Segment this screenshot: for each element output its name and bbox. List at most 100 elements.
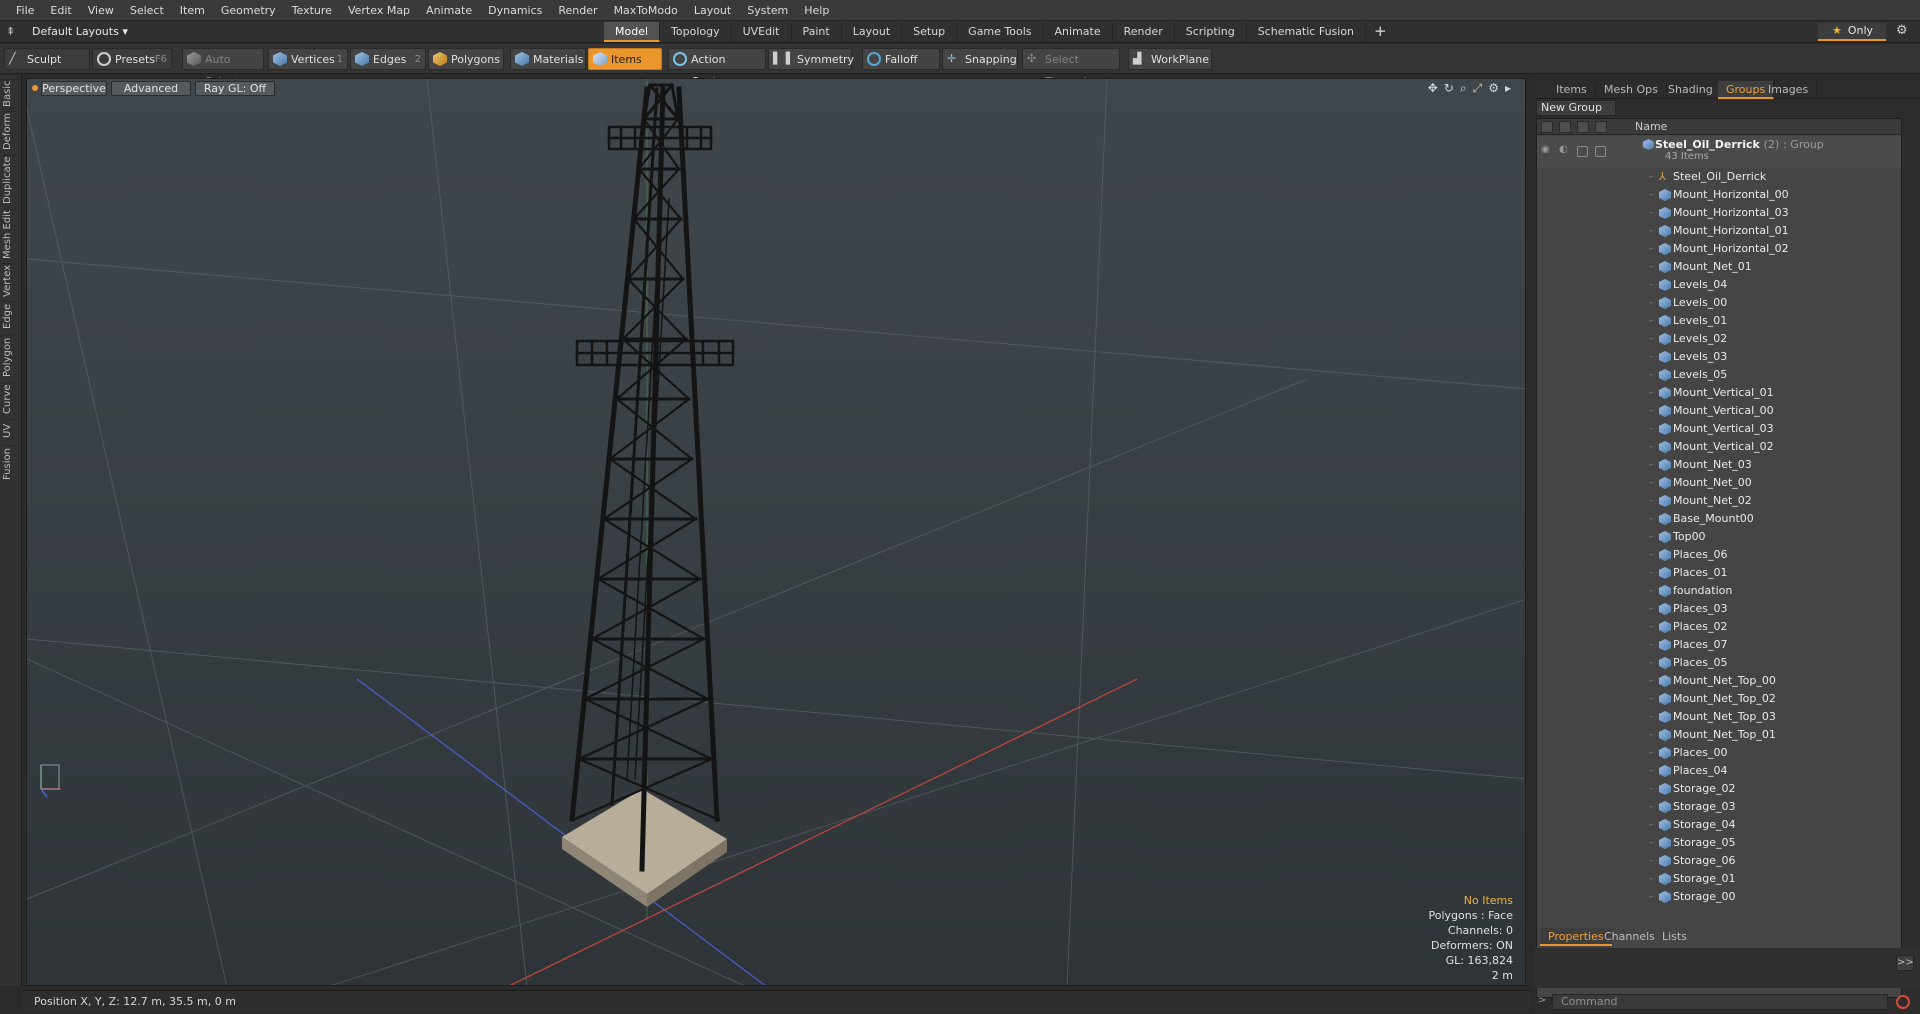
select-through-button[interactable]: ✣ Select Through [1022, 48, 1120, 88]
group-row[interactable]: ◉ ◐ Steel_Oil_Derrick (2) : Group 43 Ite… [1537, 136, 1901, 168]
list-item[interactable]: – Storage_01 [1537, 870, 1901, 888]
bottom-tab-lists[interactable]: Lists [1654, 928, 1695, 946]
groups-list[interactable]: Name ◉ ◐ Steel_Oil_Derrick (2) : Group 4… [1536, 118, 1902, 998]
stop-icon[interactable] [1896, 995, 1910, 1009]
list-item[interactable]: – Storage_02 [1537, 780, 1901, 798]
tab-game-tools[interactable]: Game Tools [957, 22, 1044, 42]
tab-model[interactable]: Model [604, 22, 661, 42]
tab-paint[interactable]: Paint [792, 22, 842, 42]
eye-icon[interactable]: ◉ [1541, 144, 1553, 156]
list-item[interactable]: – Mount_Vertical_03 [1537, 420, 1901, 438]
auto-select-button[interactable]: Auto Select [182, 48, 264, 88]
list-item[interactable]: – Mount_Net_02 [1537, 492, 1901, 510]
fit-view-icon[interactable]: ⤢ [1473, 81, 1483, 96]
list-item[interactable]: – Mount_Net_Top_00 [1537, 672, 1901, 690]
menu-dynamics[interactable]: Dynamics [480, 0, 550, 21]
list-item[interactable]: – Storage_03 [1537, 798, 1901, 816]
new-group-button[interactable]: New Group [1536, 100, 1616, 116]
menu-file[interactable]: File [8, 0, 42, 21]
bottom-tab-channels[interactable]: Channels [1596, 928, 1663, 946]
gear-icon[interactable]: ⚙ [1896, 23, 1908, 38]
list-item[interactable]: – Levels_03 [1537, 348, 1901, 366]
list-item[interactable]: – Places_07 [1537, 636, 1901, 654]
items-button[interactable]: Items [588, 48, 662, 70]
materials-button[interactable]: Materials [510, 48, 586, 70]
tab-scripting[interactable]: Scripting [1175, 22, 1247, 42]
list-item[interactable]: – Places_05 [1537, 654, 1901, 672]
expand-button[interactable]: >> [1896, 955, 1914, 971]
viewport-expand-icon[interactable]: ▸ [1505, 81, 1511, 96]
tab-animate[interactable]: Animate [1044, 22, 1113, 42]
list-item[interactable]: – Levels_00 [1537, 294, 1901, 312]
panel-tab-items[interactable]: Items [1548, 81, 1596, 99]
3d-viewport[interactable]: Perspective Advanced Ray GL: Off ✥ ↻ ⌕ ⤢… [26, 78, 1526, 986]
list-item[interactable]: – foundation [1537, 582, 1901, 600]
panel-tab-images[interactable]: Images [1760, 81, 1818, 99]
panel-tab-mesh-ops[interactable]: Mesh Ops [1596, 81, 1667, 99]
list-item[interactable]: – Places_04 [1537, 762, 1901, 780]
lock-column-icon[interactable] [1577, 121, 1589, 133]
menu-texture[interactable]: Texture [284, 0, 340, 21]
only-toggle[interactable]: ★ Only [1818, 23, 1886, 41]
falloff-button[interactable]: Falloff [862, 48, 940, 70]
list-item[interactable]: – Mount_Net_00 [1537, 474, 1901, 492]
list-item[interactable]: – ⅄ Steel_Oil_Derrick [1537, 168, 1901, 186]
list-item[interactable]: – Mount_Net_Top_02 [1537, 690, 1901, 708]
command-input[interactable]: Command [1552, 994, 1888, 1010]
list-item[interactable]: – Top00 [1537, 528, 1901, 546]
presets-button[interactable]: Presets F6 [92, 48, 172, 70]
workplane-button[interactable]: ▟ WorkPlane [1128, 48, 1212, 70]
shading-dropdown[interactable]: Advanced [111, 81, 191, 96]
list-item[interactable]: – Mount_Net_03 [1537, 456, 1901, 474]
tool-tab-mesh-edit[interactable]: Mesh Edit [2, 209, 20, 259]
sculpt-button[interactable]: ╱ Sculpt [4, 48, 90, 70]
zoom-view-icon[interactable]: ⌕ [1460, 81, 1467, 96]
list-item[interactable]: – Mount_Horizontal_01 [1537, 222, 1901, 240]
tool-tab-duplicate[interactable]: Duplicate [2, 155, 20, 205]
list-item[interactable]: – Mount_Vertical_01 [1537, 384, 1901, 402]
vertices-button[interactable]: Vertices 1 [268, 48, 348, 70]
list-item[interactable]: – Levels_02 [1537, 330, 1901, 348]
viewport-menu-dot[interactable] [32, 85, 38, 91]
tool-tab-deform[interactable]: Deform [2, 111, 20, 151]
list-item[interactable]: – Base_Mount00 [1537, 510, 1901, 528]
list-item[interactable]: – Storage_00 [1537, 888, 1901, 906]
menu-system[interactable]: System [739, 0, 796, 21]
menu-view[interactable]: View [80, 0, 122, 21]
list-item[interactable]: – Mount_Horizontal_03 [1537, 204, 1901, 222]
list-item[interactable]: – Mount_Net_Top_03 [1537, 708, 1901, 726]
action-center-button[interactable]: Action Center [668, 48, 766, 88]
tab-render[interactable]: Render [1113, 22, 1175, 42]
rotate-view-icon[interactable]: ↻ [1444, 81, 1454, 96]
add-tab-icon[interactable]: + [1366, 22, 1395, 42]
menu-geometry[interactable]: Geometry [213, 0, 284, 21]
tab-schematic-fusion[interactable]: Schematic Fusion [1247, 22, 1367, 42]
list-item[interactable]: – Places_00 [1537, 744, 1901, 762]
list-item[interactable]: – Levels_05 [1537, 366, 1901, 384]
menu-help[interactable]: Help [796, 0, 837, 21]
panel-tab-shading[interactable]: Shading [1660, 81, 1722, 99]
move-view-icon[interactable]: ✥ [1428, 81, 1438, 96]
list-item[interactable]: – Places_03 [1537, 600, 1901, 618]
select-checkbox[interactable] [1595, 146, 1606, 157]
list-item[interactable]: – Storage_06 [1537, 852, 1901, 870]
tab-uvedit[interactable]: UVEdit [732, 22, 792, 42]
list-scrollbar[interactable] [1904, 118, 1914, 998]
menu-vertex-map[interactable]: Vertex Map [340, 0, 418, 21]
viewport-settings-icon[interactable]: ⚙ [1488, 81, 1499, 96]
edges-button[interactable]: Edges 2 [350, 48, 426, 70]
layout-collapse-icon[interactable]: ⇞ [6, 25, 20, 39]
polygons-button[interactable]: Polygons [428, 48, 504, 70]
lock-checkbox[interactable] [1577, 146, 1588, 157]
menu-item[interactable]: Item [172, 0, 213, 21]
render-column-icon[interactable] [1559, 121, 1571, 133]
tool-tab-curve[interactable]: Curve [2, 383, 20, 415]
list-item[interactable]: – Mount_Net_Top_01 [1537, 726, 1901, 744]
list-item[interactable]: – Mount_Vertical_02 [1537, 438, 1901, 456]
symmetry-button[interactable]: ▌▐ Symmetry [768, 48, 854, 70]
tab-topology[interactable]: Topology [660, 22, 732, 42]
list-item[interactable]: – Mount_Horizontal_02 [1537, 240, 1901, 258]
layouts-dropdown[interactable]: Default Layouts ▾ [32, 24, 128, 40]
list-item[interactable]: – Places_06 [1537, 546, 1901, 564]
menu-edit[interactable]: Edit [42, 0, 79, 21]
